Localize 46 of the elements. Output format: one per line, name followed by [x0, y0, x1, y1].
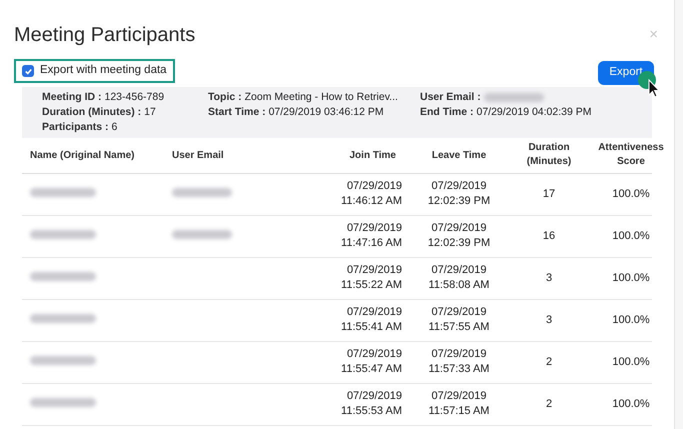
column-header: Leave Time — [430, 148, 488, 163]
table-cell-text: 07/29/2019 11:55:47 AM — [340, 347, 403, 378]
table-cell-text: 3 — [544, 312, 554, 328]
info-value: 07/29/2019 03:46:12 PM — [268, 104, 384, 120]
info-label: Participants : — [42, 120, 109, 135]
table-cell-text: 100.0% — [611, 396, 651, 412]
info-value: 123-456-789 — [104, 90, 164, 105]
info-label: User Email : — [420, 90, 481, 105]
info-value: 07/29/2019 04:02:39 PM — [476, 104, 592, 120]
table-cell-text: 07/29/2019 11:57:15 AM — [428, 389, 490, 420]
table-cell-text: 07/29/2019 11:55:53 AM — [340, 389, 403, 420]
table-cell-text: 16 — [542, 228, 556, 244]
table-cell-text: 2 — [544, 396, 554, 412]
info-value: Zoom Meeting - How to Retriev... — [244, 90, 398, 105]
table-cell-text: 2 — [544, 354, 554, 370]
table-cell-text: 17 — [542, 186, 556, 202]
table-cell-text: 3 — [544, 270, 554, 286]
column-header: Join Time — [348, 148, 397, 163]
table-cell-text: 100.0% — [611, 270, 651, 286]
column-header: User Email — [172, 148, 225, 163]
table-cell-text: 100.0% — [611, 354, 651, 370]
dialog-title: Meeting Participants — [14, 23, 196, 48]
table-cell-text: 07/29/2019 12:02:39 PM — [426, 221, 492, 252]
table-cell-text: 07/29/2019 11:58:08 AM — [428, 263, 490, 294]
info-label: Meeting ID : — [42, 90, 102, 105]
info-label: Topic : — [208, 90, 242, 105]
info-label: End Time : — [420, 104, 474, 120]
checkbox[interactable] — [22, 65, 34, 77]
table-cell-text: 100.0% — [611, 228, 651, 244]
info-label: Duration (Minutes) : — [42, 104, 142, 120]
table-cell-text: 07/29/2019 11:57:33 AM — [428, 347, 490, 378]
table-cell-text: 100.0% — [611, 186, 651, 202]
checkbox-label: Export with meeting data — [40, 63, 167, 78]
table-cell-text: 07/29/2019 11:55:22 AM — [340, 263, 403, 294]
table-cell-text: 07/29/2019 11:46:12 AM — [340, 179, 403, 210]
info-value: 17 — [144, 104, 156, 120]
info-value: 6 — [112, 120, 118, 135]
table-cell-text: 07/29/2019 11:47:16 AM — [340, 221, 403, 252]
table-cell-text: 07/29/2019 12:02:39 PM — [426, 179, 492, 210]
table-cell-text: 07/29/2019 11:57:55 AM — [428, 305, 490, 336]
table-cell-text: 100.0% — [611, 312, 651, 328]
info-label: Start Time : — [208, 104, 266, 120]
table-cell-text: 07/29/2019 11:55:41 AM — [340, 305, 403, 336]
column-header: Duration (Minutes) — [526, 141, 572, 170]
column-header: Attentiveness Score — [597, 141, 665, 170]
column-header: Name (Original Name) — [30, 148, 136, 163]
